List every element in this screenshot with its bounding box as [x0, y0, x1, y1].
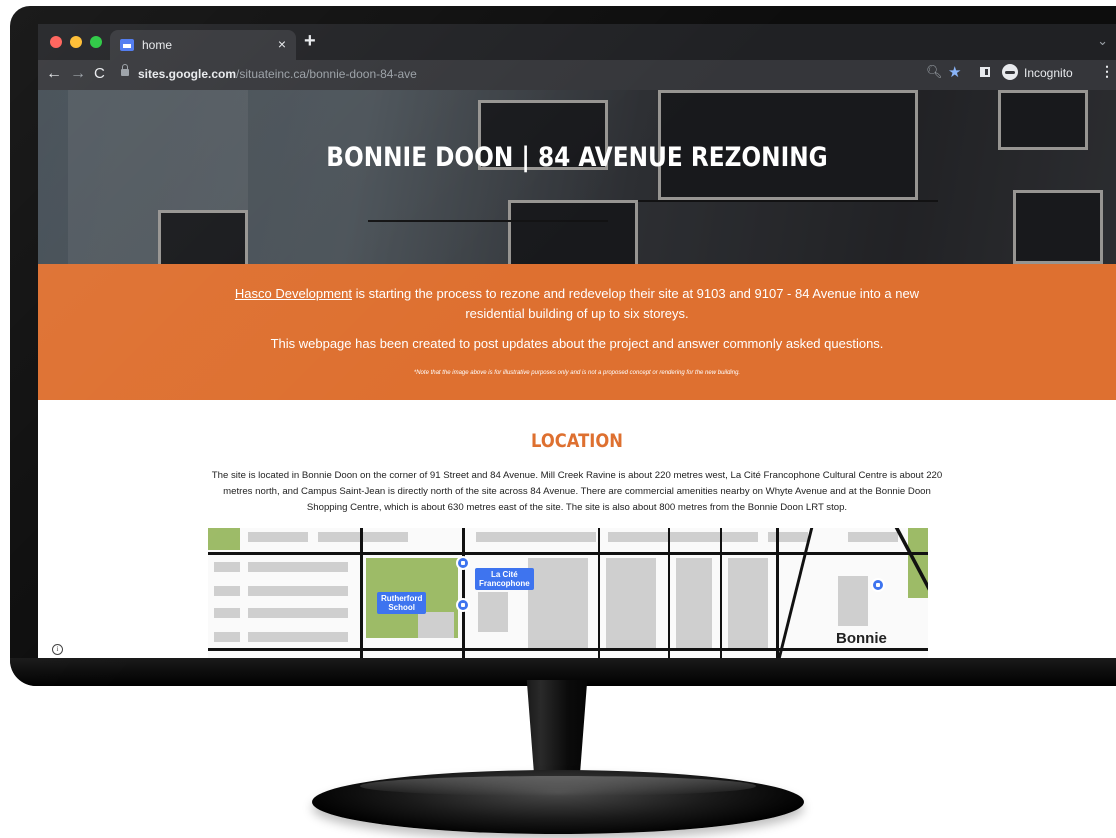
map-building [214, 562, 240, 572]
minimize-window-button[interactable] [70, 36, 82, 48]
bus-stop-icon[interactable] [456, 598, 470, 612]
tab-home[interactable]: home × [110, 30, 296, 60]
map-label-line: Francophone [479, 579, 530, 588]
map-road [462, 528, 465, 658]
incognito-icon[interactable] [1002, 64, 1018, 80]
sites-favicon-icon [120, 39, 134, 51]
bus-stop-icon[interactable] [871, 578, 885, 592]
map-road [208, 648, 928, 651]
map-road [598, 528, 600, 658]
reload-button[interactable]: C [94, 65, 105, 82]
map-label-rutherford-school[interactable]: Rutherford School [377, 592, 427, 614]
map-road [720, 528, 722, 658]
monitor-stand-highlight [360, 776, 756, 796]
map-building [318, 532, 408, 542]
close-icon[interactable]: × [278, 36, 286, 52]
page-title: BONNIE DOON | 84 AVENUE REZONING [326, 142, 828, 173]
map-building [606, 558, 656, 648]
map-building [848, 532, 898, 542]
map-building [214, 632, 240, 642]
close-window-button[interactable] [50, 36, 62, 48]
map-building [248, 532, 308, 542]
url-text: sites.google.com/situateinc.ca/bonnie-do… [138, 67, 417, 81]
map-building [768, 532, 808, 542]
map-building [248, 562, 348, 572]
url-domain: sites.google.com [138, 67, 237, 81]
map-road [668, 528, 670, 658]
image-disclaimer: *Note that the image above is for illust… [413, 370, 741, 376]
intro-paragraph-2: This webpage has been created to post up… [270, 336, 884, 351]
tab-bar: home × + ⌄ [38, 24, 1116, 60]
zoom-icon[interactable]: 🔍︎ [926, 64, 943, 80]
location-map[interactable]: Rutherford School La Cité Francophone Bonn… [208, 528, 928, 658]
info-icon[interactable]: i [52, 644, 63, 655]
map-building [418, 612, 454, 638]
map-building [478, 592, 508, 632]
map-building [728, 558, 768, 648]
maximize-window-button[interactable] [90, 36, 102, 48]
map-building [838, 576, 868, 626]
map-building [528, 558, 588, 648]
bus-stop-icon[interactable] [456, 556, 470, 570]
incognito-label[interactable]: Incognito [1024, 66, 1073, 80]
map-building [214, 608, 240, 618]
map-building [248, 608, 348, 618]
map-building [248, 632, 348, 642]
new-tab-button[interactable]: + [304, 30, 316, 53]
map-label-bonnie-doon: Bonnie [836, 630, 887, 647]
map-park [208, 528, 240, 550]
map-label-line: School [388, 603, 415, 612]
address-bar[interactable]: sites.google.com/situateinc.ca/bonnie-do… [116, 63, 976, 87]
lock-icon[interactable] [121, 64, 129, 76]
hasco-development-link[interactable]: Hasco Development [235, 286, 352, 301]
side-panel-icon[interactable] [980, 67, 990, 77]
web-page: BONNIE DOON | 84 AVENUE REZONING Hasco D… [38, 90, 1116, 658]
tab-search-icon[interactable]: ⌄ [1097, 33, 1108, 49]
back-button[interactable]: ← [46, 65, 62, 83]
map-label-la-cite-francophone[interactable]: La Cité Francophone [475, 568, 534, 590]
map-road [776, 528, 779, 658]
map-road [777, 528, 814, 658]
intro-paragraph-text: is starting the process to rezone and re… [351, 286, 920, 321]
url-path: /situateinc.ca/bonnie-doon-84-ave [236, 67, 417, 81]
map-label-line: Rutherford [381, 594, 423, 603]
map-building [248, 586, 348, 596]
map-building [214, 586, 240, 596]
map-road [360, 528, 363, 658]
map-building [608, 532, 758, 542]
map-label-line: La Cité [491, 570, 518, 579]
intro-section: Hasco Development is starting the proces… [38, 264, 1116, 400]
forward-button[interactable]: → [70, 65, 86, 83]
bookmark-star-icon[interactable]: ★ [948, 63, 961, 81]
map-park [908, 528, 928, 598]
location-heading: LOCATION [531, 430, 623, 452]
hero-overlay [38, 90, 1116, 264]
tab-title: home [142, 38, 173, 52]
hero-banner: BONNIE DOON | 84 AVENUE REZONING [38, 90, 1116, 264]
map-building [476, 532, 596, 542]
map-road [208, 552, 928, 555]
monitor: home × + ⌄ ← → C sites.google.com/situat… [10, 6, 1116, 686]
browser-window: home × + ⌄ ← → C sites.google.com/situat… [38, 24, 1116, 658]
intro-paragraph: Hasco Development is starting the proces… [208, 284, 946, 324]
map-building [676, 558, 712, 648]
menu-icon[interactable]: ⋮ [1100, 63, 1114, 80]
location-description: The site is located in Bonnie Doon on th… [211, 470, 943, 513]
